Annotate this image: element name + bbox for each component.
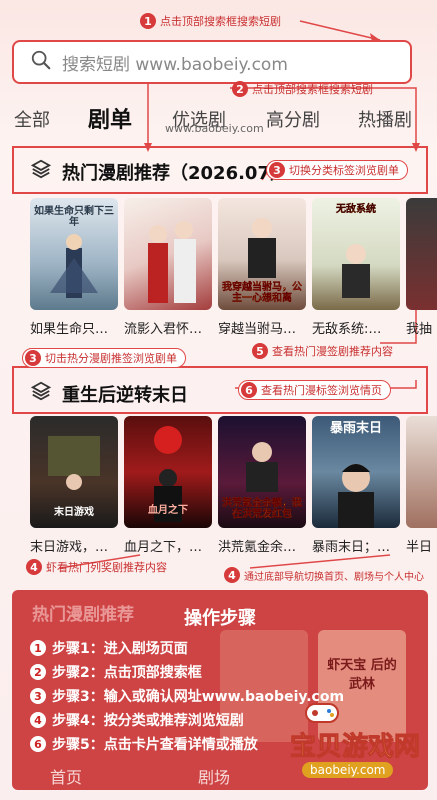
drama-title: 无敌系统:…: [312, 322, 382, 337]
drama-poster: 暴雨末日: [312, 416, 400, 528]
drama-title: 末日游戏，…: [30, 540, 109, 555]
drama-poster: [406, 198, 437, 310]
annotation-8: 4 通过底部导航切换首页、剧场与个人中心: [222, 566, 432, 584]
poster-text: 洪荒氪金余额，我在洪荒发红包: [222, 498, 302, 520]
poster-text: 血月之下: [148, 505, 188, 516]
annotation-5: 5 查看热门漫签剧推荐内容: [250, 342, 401, 360]
section-title: 重生后逆转末日: [62, 384, 188, 406]
logo-brand: 宝贝游戏网: [289, 732, 421, 763]
section-hot-manhua-header[interactable]: 热门漫剧推荐（2026.07）: [30, 158, 288, 185]
gamepad-icon: [305, 703, 339, 723]
annotation-2: 2 点击顶部搜索框搜索短剧: [230, 80, 381, 98]
drama-poster: 我穿越当驸马，公主一心想和离: [218, 198, 306, 310]
drama-card[interactable]: 末日游戏 末日游戏，…: [30, 416, 118, 555]
drama-title: 我抽: [406, 322, 433, 337]
poster-text: 末日游戏: [54, 507, 94, 518]
step-item: 4 步骤4：按分类或推荐浏览短剧: [30, 710, 244, 730]
drama-title: 流影入君怀…: [124, 322, 203, 337]
drama-poster: 无敌系统: [312, 198, 400, 310]
drama-poster: 如果生命只剩下三年: [30, 198, 118, 310]
annotation-6: 6 查看热门漫标签浏览情页: [238, 380, 391, 400]
drama-card[interactable]: 无敌系统 无敌系统:…: [312, 198, 400, 337]
nav-theater[interactable]: 剧场: [198, 764, 230, 788]
drama-card[interactable]: 洪荒氪金余额，我在洪荒发红包 洪荒氪金余…: [218, 416, 306, 555]
section-title: 热门漫剧推荐（2026.07）: [62, 162, 288, 184]
step-item: 3 步骤3：输入或确认网址www.baobeiy.com: [30, 686, 344, 706]
drama-poster: 末日游戏: [30, 416, 118, 528]
drama-card[interactable]: 血月之下 血月之下，…: [124, 416, 212, 555]
drama-card[interactable]: 半日: [406, 416, 437, 555]
step-item: 1 步骤1：进入剧场页面: [30, 638, 188, 658]
drama-poster: [406, 416, 437, 528]
poster-text: 我穿越当驸马，公主一心想和离: [222, 282, 302, 304]
steps-title: 操作步骤: [184, 608, 256, 629]
drama-title: 穿越当驸马…: [218, 322, 297, 337]
section-rebirth-header[interactable]: 重生后逆转末日: [30, 380, 188, 407]
layers-icon: [30, 380, 52, 407]
drama-card[interactable]: 暴雨末日 暴雨末日；…: [312, 416, 400, 555]
drama-title: 洪荒氪金余…: [218, 540, 297, 555]
step-item: 6 步骤5：点击卡片查看详情或播放: [30, 734, 258, 754]
drama-title: 暴雨末日；…: [312, 540, 391, 555]
annotation-4: 3 切击热分漫剧推签浏览剧单: [22, 348, 186, 368]
drama-card[interactable]: 我穿越当驸马，公主一心想和离 穿越当驸马…: [218, 198, 306, 337]
annotation-7: 4 虾看热门列奖剧推荐内容: [24, 558, 175, 576]
drama-title: 如果生命只…: [30, 322, 109, 337]
nav-home[interactable]: 首页: [50, 764, 82, 788]
drama-poster: 血月之下: [124, 416, 212, 528]
drama-card[interactable]: 如果生命只剩下三年 如果生命只…: [30, 198, 118, 337]
drama-poster: [124, 198, 212, 310]
step-item: 2 步骤2：点击顶部搜索框: [30, 662, 202, 682]
drama-poster: 洪荒氪金余额，我在洪荒发红包: [218, 416, 306, 528]
drama-card[interactable]: 我抽: [406, 198, 437, 337]
drama-title: 半日: [406, 540, 433, 555]
layers-icon: [30, 158, 52, 185]
annotation-1: 1 点击顶部搜索框搜索短剧: [138, 12, 289, 30]
drama-card[interactable]: 流影入君怀…: [124, 198, 212, 337]
site-logo: 宝贝游戏网 baobeiy.com: [262, 703, 432, 792]
logo-url: baobeiy.com: [302, 762, 394, 778]
drama-title: 血月之下，…: [124, 540, 203, 555]
annotation-3: 3 切换分类标签浏览剧单: [266, 160, 408, 180]
